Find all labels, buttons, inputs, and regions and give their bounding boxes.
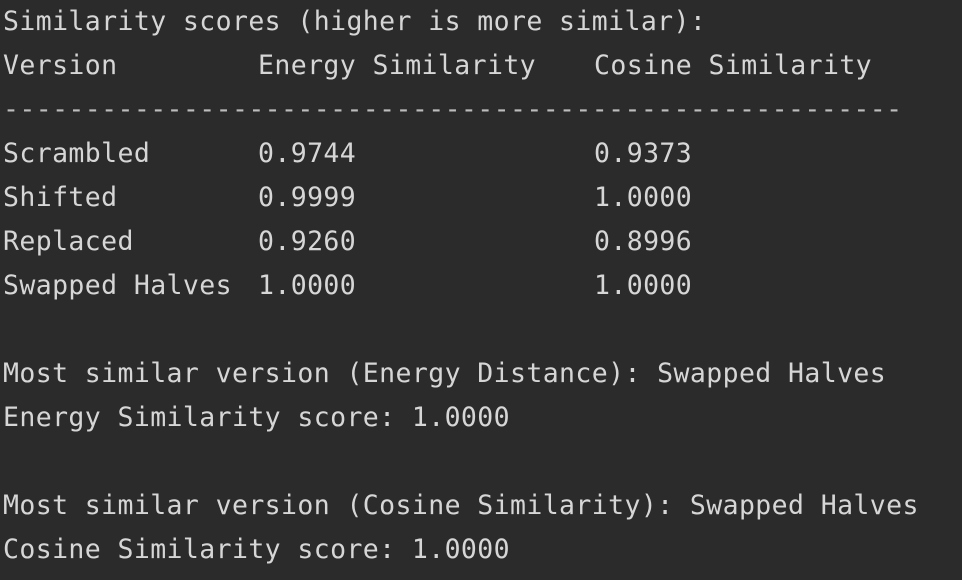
row-energy-value: 0.9999 [258,182,357,213]
row-cosine-value: 0.9373 [594,138,693,169]
column-header-cosine: Cosine Similarity [594,50,873,81]
row-energy-value: 0.9260 [258,226,357,257]
row-version: Shifted [3,182,118,213]
table-header-row: Version Energy Similarity Cosine Similar… [3,44,962,88]
energy-most-similar-line: Most similar version (Energy Distance): … [3,358,887,389]
table-row: Swapped Halves 1.0000 1.0000 [3,264,962,308]
cosine-score-line: Cosine Similarity score: 1.0000 [3,534,510,565]
row-version: Replaced [3,226,134,257]
table-row: Scrambled 0.9744 0.9373 [3,132,962,176]
cosine-most-similar-line: Most similar version (Cosine Similarity)… [3,490,919,521]
row-energy-value: 0.9744 [258,138,357,169]
table-separator: ----------------------------------------… [3,94,903,125]
column-header-energy: Energy Similarity [258,50,537,81]
header-line: Similarity scores (higher is more simila… [3,6,707,37]
terminal-output: Similarity scores (higher is more simila… [0,0,962,580]
row-energy-value: 1.0000 [258,270,357,301]
row-cosine-value: 0.8996 [594,226,693,257]
row-version: Scrambled [3,138,151,169]
row-cosine-value: 1.0000 [594,270,693,301]
table-row: Replaced 0.9260 0.8996 [3,220,962,264]
energy-score-line: Energy Similarity score: 1.0000 [3,402,510,433]
row-version: Swapped Halves [3,270,232,301]
row-cosine-value: 1.0000 [594,182,693,213]
table-row: Shifted 0.9999 1.0000 [3,176,962,220]
column-header-version: Version [3,50,118,81]
